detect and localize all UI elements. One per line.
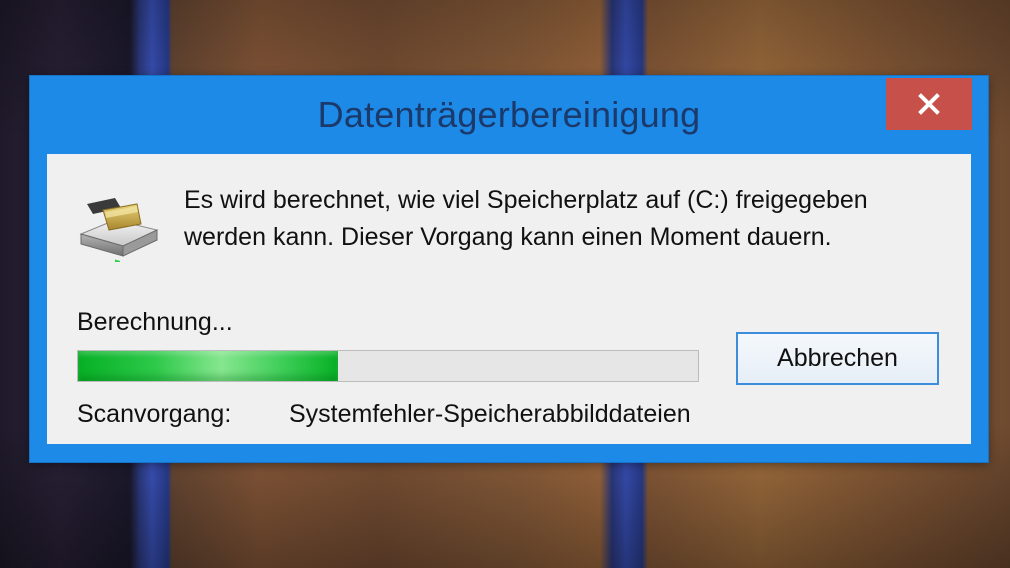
info-message-line-2: werden kann. Dieser Vorgang kann einen M…: [184, 223, 832, 251]
cancel-button[interactable]: Abbrechen: [736, 332, 939, 385]
scan-current-item: Systemfehler-Speicherabbilddateien: [289, 400, 691, 428]
progress-fill: [78, 351, 339, 381]
info-message: Es wird berechnet, wie viel Speicherplat…: [184, 182, 964, 256]
dialog-content: Es wird berechnet, wie viel Speicherplat…: [47, 154, 971, 444]
calculating-label: Berechnung...: [77, 308, 233, 336]
info-message-line-1: Es wird berechnet, wie viel Speicherplat…: [184, 186, 868, 214]
window-title: Datenträgerbereinigung: [317, 94, 701, 135]
disk-cleanup-icon: [79, 198, 159, 262]
close-button[interactable]: [886, 78, 972, 130]
title-bar[interactable]: Datenträgerbereinigung: [30, 76, 988, 154]
scan-label: Scanvorgang:: [77, 400, 232, 428]
close-icon: [918, 93, 940, 115]
disk-cleanup-dialog: Datenträgerbereinigung Es wird berechnet…: [30, 76, 988, 462]
progress-bar: [77, 350, 699, 382]
